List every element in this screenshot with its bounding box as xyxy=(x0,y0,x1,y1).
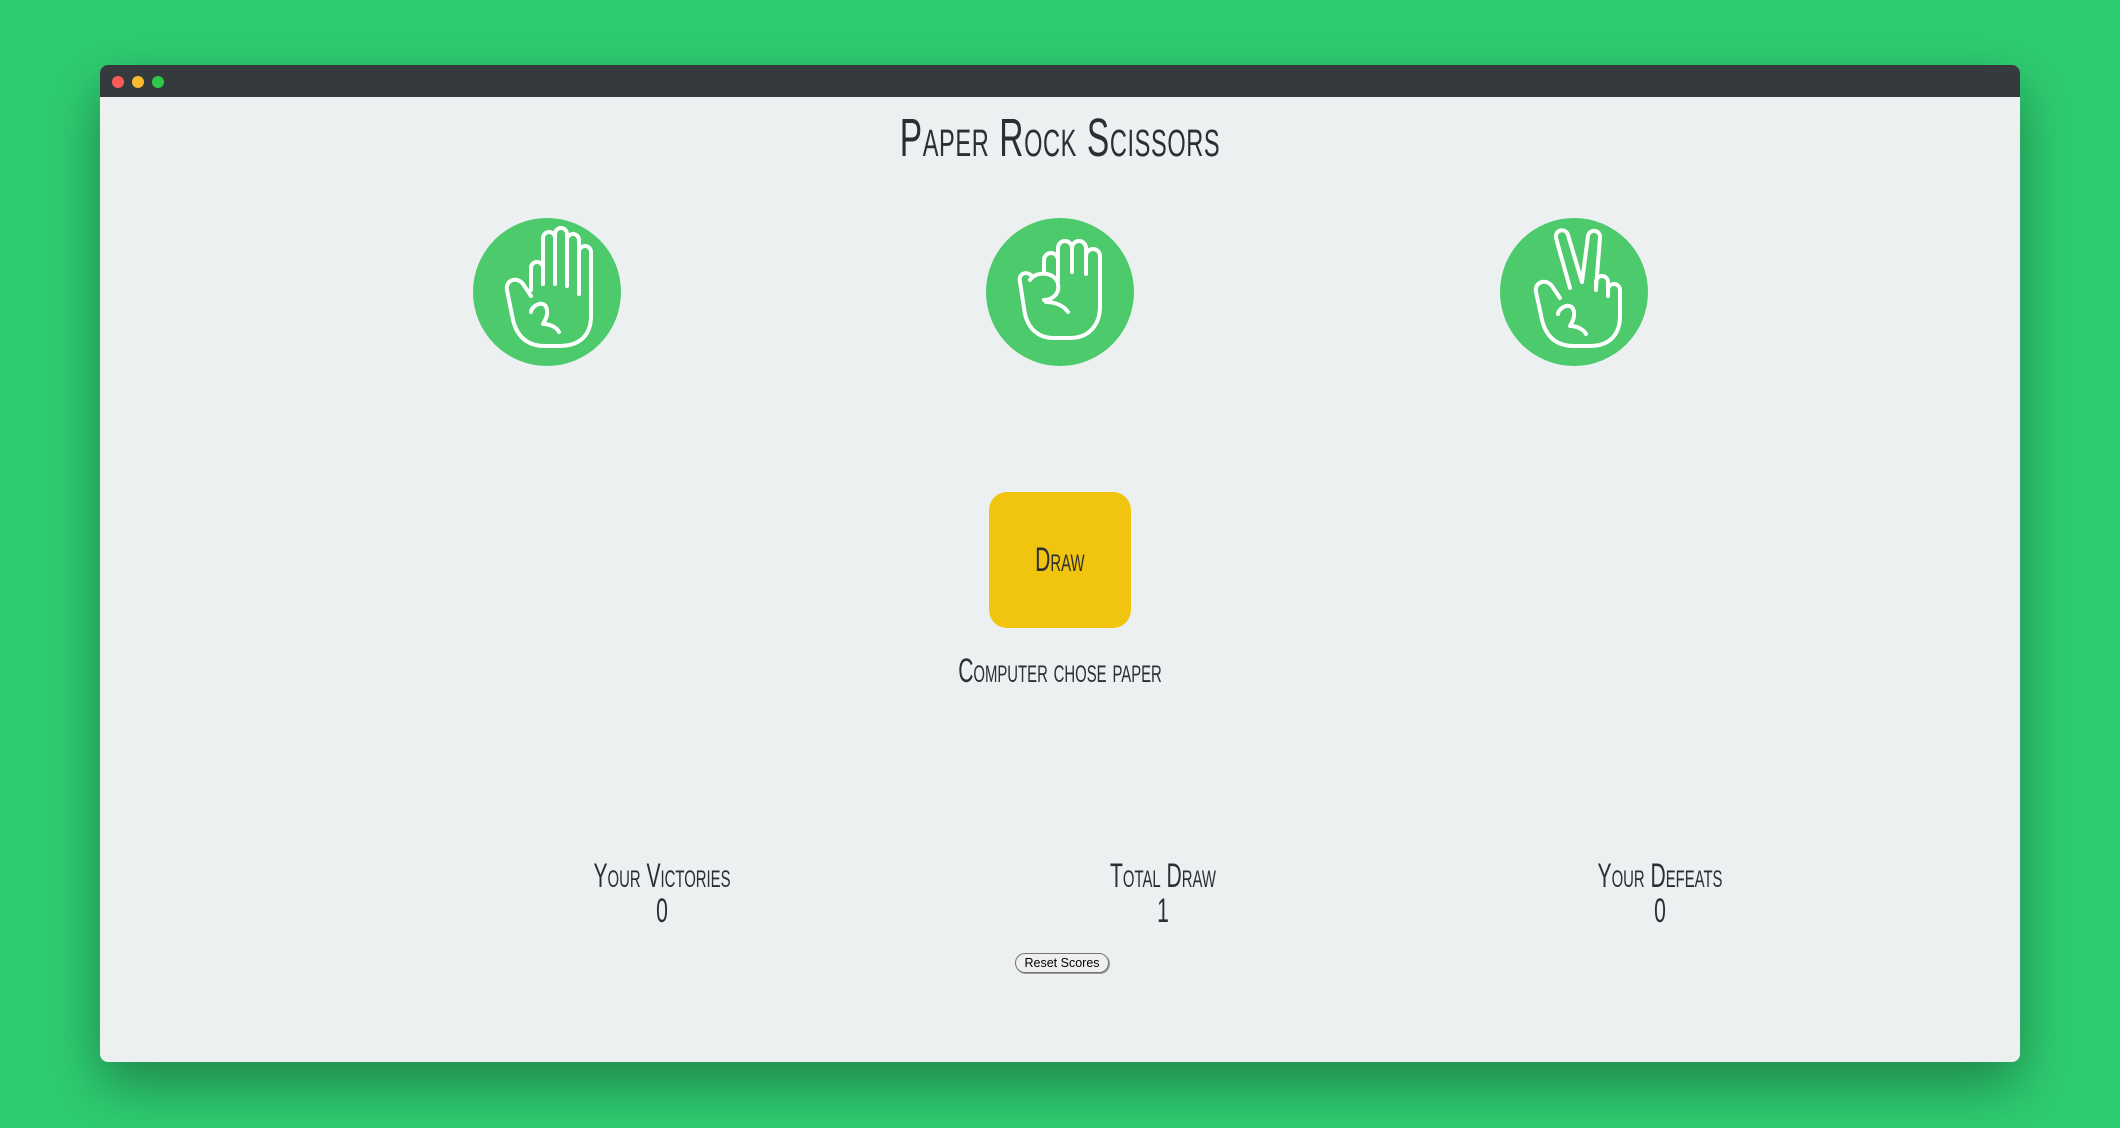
maximize-window-button[interactable] xyxy=(152,76,164,88)
computer-choice-message: Computer chose paper xyxy=(958,652,1162,690)
close-window-button[interactable] xyxy=(112,76,124,88)
defeats-label: Your Defeats xyxy=(1597,857,1723,895)
defeats-score: Your Defeats 0 xyxy=(1510,857,1810,931)
victories-label: Your Victories xyxy=(593,857,731,895)
minimize-window-button[interactable] xyxy=(132,76,144,88)
rock-choice-button[interactable] xyxy=(986,218,1134,366)
draws-score: Total Draw 1 xyxy=(1013,857,1313,931)
paper-choice-button[interactable] xyxy=(473,218,621,366)
defeats-value: 0 xyxy=(1654,892,1666,930)
draws-label: Total Draw xyxy=(1110,857,1216,895)
app-window: Paper Rock Scissors Draw Computer chose … xyxy=(100,65,2020,1062)
victories-value: 0 xyxy=(656,892,668,930)
window-titlebar xyxy=(100,65,2020,97)
rock-fist-icon xyxy=(1017,239,1102,340)
victories-score: Your Victories 0 xyxy=(512,857,812,931)
result-box: Draw xyxy=(989,492,1131,628)
paper-hand-icon xyxy=(504,226,593,348)
draws-value: 1 xyxy=(1157,892,1169,930)
game-area: Paper Rock Scissors Draw Computer chose … xyxy=(100,97,2020,1062)
page-title: Paper Rock Scissors xyxy=(899,108,1221,168)
scissors-choice-button[interactable] xyxy=(1500,218,1648,366)
reset-scores-button[interactable]: Reset Scores xyxy=(1015,953,1109,973)
result-label: Draw xyxy=(1035,540,1085,579)
scissors-hand-icon xyxy=(1533,228,1622,348)
